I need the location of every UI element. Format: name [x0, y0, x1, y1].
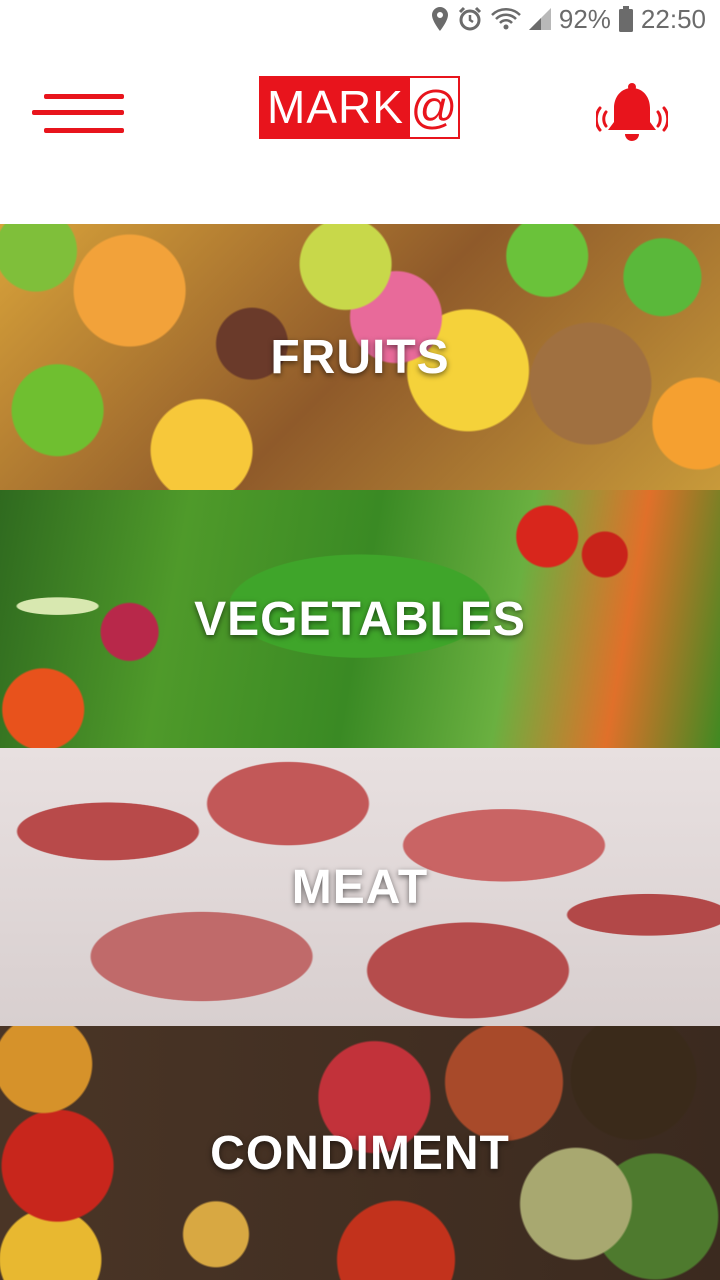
category-vegetables[interactable]: VEGETABLES — [0, 490, 720, 748]
battery-icon — [618, 5, 633, 33]
battery-percentage: 92% — [558, 3, 611, 34]
category-label: FRUITS — [270, 330, 450, 384]
signal-icon — [528, 5, 551, 33]
app-bar: MARK @ — [0, 38, 720, 224]
app-logo: MARK @ — [259, 76, 460, 139]
status-time: 22:50 — [640, 3, 706, 34]
status-bar: 92% 22:50 — [0, 0, 720, 38]
category-label: CONDIMENT — [210, 1126, 510, 1180]
alarm-icon — [457, 5, 483, 33]
category-label: MEAT — [291, 860, 429, 914]
category-meat[interactable]: MEAT — [0, 748, 720, 1026]
location-icon — [431, 5, 449, 33]
logo-text: MARK — [261, 78, 410, 137]
logo-at-symbol: @ — [410, 78, 458, 137]
category-label: VEGETABLES — [194, 592, 526, 646]
category-condiment[interactable]: CONDIMENT — [0, 1026, 720, 1280]
wifi-icon — [491, 5, 521, 33]
bell-ringing-icon[interactable] — [594, 82, 670, 148]
category-list: FRUITS VEGETABLES MEAT CONDIMENT — [0, 224, 720, 1280]
hamburger-menu-icon[interactable] — [30, 88, 130, 144]
category-fruits[interactable]: FRUITS — [0, 224, 720, 490]
